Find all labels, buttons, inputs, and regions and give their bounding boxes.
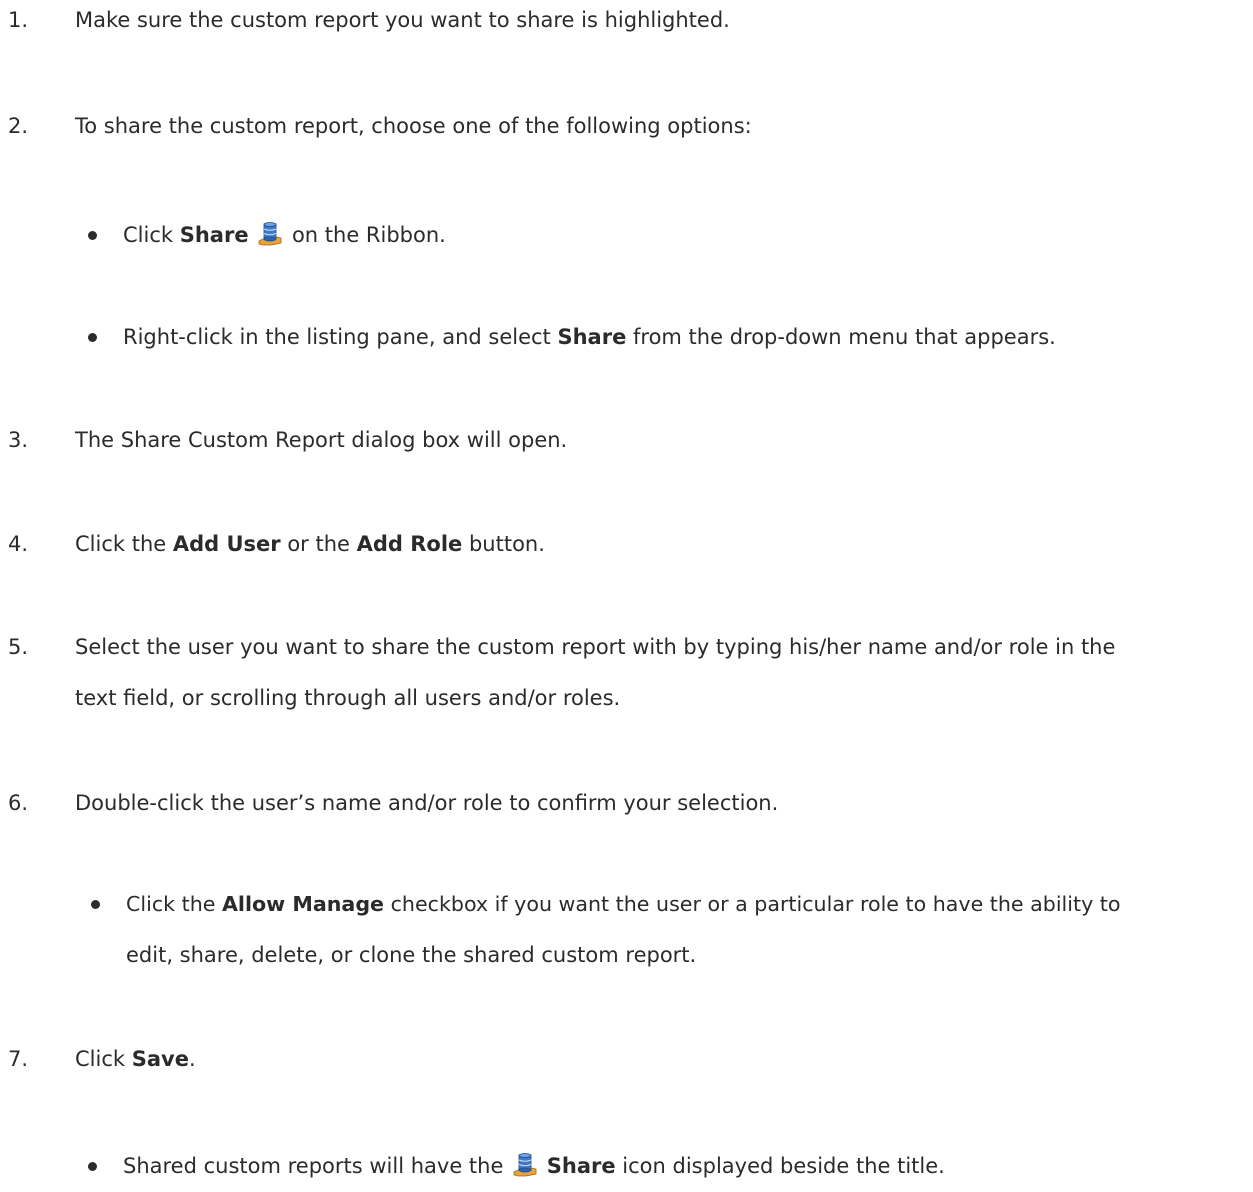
step-text-line-2: text field, or scrolling through all use… [75,686,621,710]
bullet-dot [91,900,100,909]
share-label: Share [179,223,249,247]
bullet-text-part: Click [123,223,180,247]
bullet-text-line-2: edit, share, delete, or clone the shared… [126,943,697,967]
step-text: Click Save. [75,1033,196,1085]
step-text-part: or the [280,532,357,556]
step-text-part: . [188,1047,196,1071]
bullet-dot [88,231,97,240]
save-label: Save [131,1047,189,1071]
step-number: 4. [8,532,29,556]
bullet-text-part: Right-click in the listing pane, and sel… [123,325,558,349]
step-text-line-1: Select the user you want to share the cu… [75,635,1116,659]
share-label: Share [557,325,627,349]
step-text: Double-click the user’s name and/or role… [75,791,779,815]
bullet-text-part: checkbox if you want the user or a parti… [384,892,1121,916]
step-text-part: Click [75,1047,132,1071]
step-number: 3. [8,428,29,452]
bullet-text-part: on the Ribbon. [285,223,446,247]
step-number: 7. [8,1047,29,1071]
bullet-dot [88,1162,97,1171]
share-database-icon [512,1152,538,1178]
bullet-text-part: from the drop-down menu that appears. [626,325,1056,349]
bullet-text-part: icon displayed beside the title. [615,1154,945,1178]
step-number: 5. [8,635,29,659]
bullet-text: Right-click in the listing pane, and sel… [123,311,1056,363]
allow-manage-label: Allow Manage [221,892,385,916]
share-label: Share [546,1154,616,1178]
step-text: The Share Custom Report dialog box will … [75,428,568,452]
bullet-text: Shared custom reports will have the Shar… [123,1140,945,1192]
share-database-icon [257,221,283,247]
step-text: Click the Add User or the Add Role butto… [75,518,545,570]
step-text-part: Click the [75,532,173,556]
add-role-label: Add Role [356,532,463,556]
step-text: Make sure the custom report you want to … [75,8,730,32]
step-number: 2. [8,114,29,138]
bullet-text-line-1: Click the Allow Manage checkbox if you w… [126,878,1120,930]
step-text: To share the custom report, choose one o… [75,114,752,138]
step-text-part: button. [462,532,545,556]
bullet-dot [88,333,97,342]
step-number: 6. [8,791,29,815]
step-number: 1. [8,8,29,32]
add-user-label: Add User [172,532,281,556]
bullet-text-part: Shared custom reports will have the [123,1154,511,1178]
bullet-text: Click Share on the Ribbon. [123,209,446,261]
bullet-text-part: Click the [126,892,222,916]
